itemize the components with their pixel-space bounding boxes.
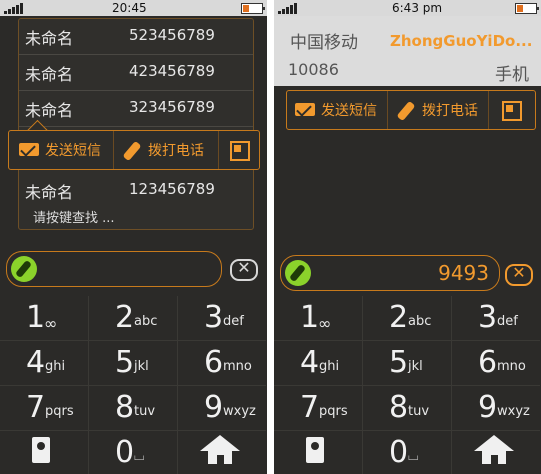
add-contact-button[interactable] xyxy=(274,431,363,474)
contact-name-pinyin: ZhongGuoYiDo... xyxy=(390,32,533,50)
search-hint: 请按键查找 ... xyxy=(33,211,115,226)
send-sms-button[interactable]: 发送短信 xyxy=(287,91,388,129)
phone-icon xyxy=(122,140,142,162)
close-icon xyxy=(502,101,522,121)
call-label: 拨打电话 xyxy=(422,103,478,119)
home-button[interactable] xyxy=(178,431,266,474)
left-phone-screen: 20:45 未命名 523456789 未命名 423456789 未命名 32… xyxy=(0,0,267,474)
home-icon xyxy=(474,435,514,451)
key-9[interactable]: 9 wxyz xyxy=(452,386,540,431)
key-3[interactable]: 3 def xyxy=(452,296,540,341)
call-button[interactable]: 拨打电话 xyxy=(114,131,219,169)
contact-number: 123456789 xyxy=(129,180,215,198)
close-bar-button[interactable] xyxy=(489,91,535,129)
action-bar: 发送短信 拨打电话 xyxy=(286,90,536,130)
contact-name: 未命名 xyxy=(25,29,74,48)
call-button[interactable]: 拨打电话 xyxy=(388,91,489,129)
key-0[interactable]: 0 ⌴ xyxy=(363,431,452,474)
contact-row[interactable]: 未命名 323456789 xyxy=(19,91,253,127)
contact-row[interactable]: 未命名 523456789 xyxy=(19,19,253,55)
key-5[interactable]: 5 jkl xyxy=(89,341,178,386)
dial-input[interactable]: 9493 xyxy=(280,255,500,291)
contact-name: 未命名 xyxy=(25,183,74,202)
envelope-icon xyxy=(19,143,39,156)
battery-icon xyxy=(515,3,539,14)
key-3[interactable]: 3 def xyxy=(178,296,266,341)
dial-input[interactable] xyxy=(6,251,222,287)
key-2[interactable]: 2 abc xyxy=(363,296,452,341)
key-0[interactable]: 0 ⌴ xyxy=(89,431,178,474)
add-contact-icon xyxy=(306,437,324,463)
contact-name: 未命名 xyxy=(25,101,74,120)
signal-icon xyxy=(4,3,28,14)
phone-icon xyxy=(396,100,416,122)
home-icon xyxy=(200,435,240,451)
clock: 6:43 pm xyxy=(392,1,443,15)
contact-name: 未命名 xyxy=(25,65,74,84)
contacts-button[interactable] xyxy=(0,431,89,474)
keypad: 1 ∞ 2 abc 3 def 4 ghi 5 jkl 6 mno 7 pqrs 8 tuv 9… xyxy=(274,296,541,474)
home-button[interactable] xyxy=(452,431,540,474)
clear-button[interactable]: ✕ xyxy=(230,258,258,281)
contact-row[interactable]: 未命名 423456789 xyxy=(19,55,253,91)
key-1[interactable]: 1 ∞ xyxy=(0,296,89,341)
key-7[interactable]: 7 pqrs xyxy=(0,386,89,431)
key-6[interactable]: 6 mno xyxy=(452,341,540,386)
close-icon xyxy=(230,141,250,161)
key-7[interactable]: 7 pqrs xyxy=(274,386,363,431)
right-phone-screen: 6:43 pm 中国移动 ZhongGuoYiDo... 10086 手机 发送… xyxy=(274,0,541,474)
send-sms-button[interactable]: 发送短信 xyxy=(9,131,114,169)
clear-icon: ✕ xyxy=(512,263,526,282)
contact-list: 未命名 523456789 未命名 423456789 未命名 32345678… xyxy=(18,18,254,230)
call-icon[interactable] xyxy=(11,256,37,282)
clock: 20:45 xyxy=(112,1,147,15)
signal-icon xyxy=(278,3,302,14)
clear-icon: ✕ xyxy=(237,258,251,277)
battery-icon xyxy=(241,3,265,14)
contact-number: 523456789 xyxy=(129,26,215,44)
key-9[interactable]: 9 wxyz xyxy=(178,386,266,431)
key-2[interactable]: 2 abc xyxy=(89,296,178,341)
action-popup: 发送短信 拨打电话 xyxy=(8,130,260,170)
contacts-icon xyxy=(32,437,50,463)
key-4[interactable]: 4 ghi xyxy=(0,341,89,386)
key-1[interactable]: 1 ∞ xyxy=(274,296,363,341)
key-6[interactable]: 6 mno xyxy=(178,341,266,386)
key-8[interactable]: 8 tuv xyxy=(89,386,178,431)
call-label: 拨打电话 xyxy=(148,143,204,159)
key-8[interactable]: 8 tuv xyxy=(363,386,452,431)
contact-name-cn: 中国移动 xyxy=(290,33,358,53)
clear-button[interactable]: ✕ xyxy=(505,263,533,286)
call-icon[interactable] xyxy=(285,260,311,286)
number-type: 手机 xyxy=(495,65,529,85)
send-sms-label: 发送短信 xyxy=(321,103,377,119)
key-5[interactable]: 5 jkl xyxy=(363,341,452,386)
send-sms-label: 发送短信 xyxy=(45,143,101,159)
status-bar: 6:43 pm xyxy=(274,0,541,16)
key-4[interactable]: 4 ghi xyxy=(274,341,363,386)
status-bar: 20:45 xyxy=(0,0,267,16)
keypad: 1 ∞ 2 abc 3 def 4 ghi 5 jkl 6 mno 7 pqrs 8 tuv 9… xyxy=(0,296,267,474)
envelope-icon xyxy=(295,103,315,116)
contact-number: 323456789 xyxy=(129,98,215,116)
contact-row[interactable]: 未命名 123456789 xyxy=(19,173,253,208)
contact-number: 423456789 xyxy=(129,62,215,80)
contact-number: 10086 xyxy=(288,60,339,79)
dial-input-value: 9493 xyxy=(438,261,489,285)
close-popup-button[interactable] xyxy=(219,131,259,169)
matched-contact[interactable]: 中国移动 ZhongGuoYiDo... 10086 手机 xyxy=(274,16,541,86)
